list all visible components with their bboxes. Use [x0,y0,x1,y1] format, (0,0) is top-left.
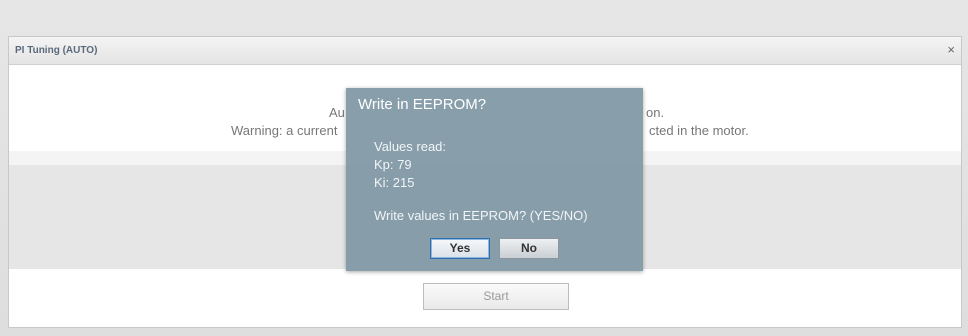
ki-value: Ki: 215 [374,175,415,190]
dialog-title: Write in EEPROM? [358,96,487,113]
info-line-2-start: Warning: a current [231,123,338,138]
start-button[interactable]: Start [423,283,569,310]
info-line-2-end: cted in the motor. [649,123,749,138]
no-button[interactable]: No [499,238,559,259]
close-icon[interactable]: × [947,42,955,57]
start-area: Start [9,269,961,327]
dialog-values: Values read: Kp: 79 Ki: 215 [374,138,446,192]
values-heading: Values read: [374,139,447,154]
kp-value: Kp: 79 [374,157,412,172]
yes-button[interactable]: Yes [430,238,490,259]
info-line-1-start: Au [329,105,345,120]
dialog-question: Write values in EEPROM? (YES/NO) [374,208,588,223]
panel-header: PI Tuning (AUTO) × [9,37,961,65]
info-line-1-end: on. [646,105,665,120]
panel-title: PI Tuning (AUTO) [15,45,98,56]
eeprom-dialog: Write in EEPROM? Values read: Kp: 79 Ki:… [346,88,643,271]
